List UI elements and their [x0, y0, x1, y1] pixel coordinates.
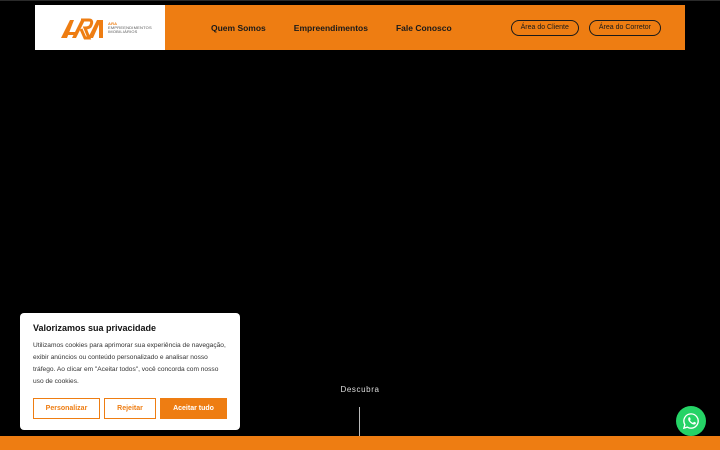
cookie-actions: Personalizar Rejeitar Aceitar tudo	[33, 398, 231, 419]
discover-label[interactable]: Descubra	[330, 385, 390, 394]
bottom-orange-bar	[0, 436, 720, 450]
cookie-title: Valorizamos sua privacidade	[33, 323, 157, 333]
site-header: ARA EMPREENDIMENTOS IMOBILIÁRIOS Quem So…	[35, 5, 685, 50]
nav-quem-somos[interactable]: Quem Somos	[211, 23, 266, 33]
reject-button[interactable]: Rejeitar	[104, 398, 156, 419]
nav-empreendimentos[interactable]: Empreendimentos	[294, 23, 368, 33]
accept-all-button[interactable]: Aceitar tudo	[160, 398, 227, 419]
logo[interactable]: ARA EMPREENDIMENTOS IMOBILIÁRIOS	[35, 5, 165, 50]
nav-fale-conosco[interactable]: Fale Conosco	[396, 23, 452, 33]
main-nav: Quem Somos Empreendimentos Fale Conosco	[211, 23, 480, 33]
ara-logo-icon	[61, 18, 103, 39]
logo-subtitle: ARA EMPREENDIMENTOS IMOBILIÁRIOS	[108, 21, 152, 34]
whatsapp-button[interactable]	[676, 406, 706, 436]
customize-button[interactable]: Personalizar	[33, 398, 100, 419]
whatsapp-icon	[682, 413, 699, 430]
top-divider	[0, 0, 720, 1]
cookie-text: Utilizamos cookies para aprimorar sua ex…	[33, 342, 226, 385]
header-actions: Área do Cliente Área do Corretor	[501, 19, 661, 36]
cookie-banner: Valorizamos sua privacidade Utilizamos c…	[20, 313, 240, 430]
broker-area-button[interactable]: Área do Corretor	[588, 19, 661, 36]
client-area-button[interactable]: Área do Cliente	[510, 19, 579, 36]
logo-line3: IMOBILIÁRIOS	[108, 28, 138, 34]
